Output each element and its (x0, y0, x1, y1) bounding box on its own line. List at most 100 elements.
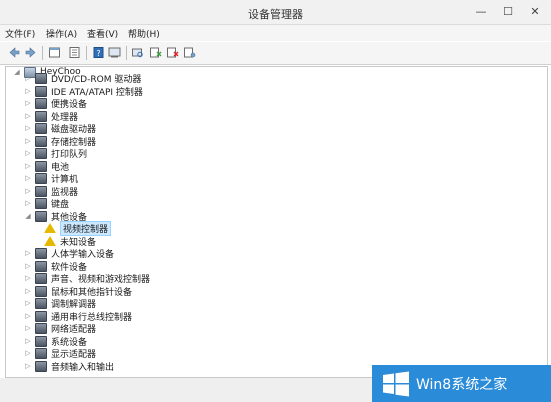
tree-item-system[interactable]: ▷ 系统设备 (24, 335, 87, 348)
windows-logo-icon (383, 371, 409, 396)
computer-icon (35, 172, 47, 184)
collapsed-arrow-icon[interactable]: ▷ (24, 362, 32, 370)
portable-device-icon (35, 97, 47, 109)
system-device-icon (35, 335, 47, 347)
back-icon[interactable] (8, 46, 21, 59)
mouse-icon (35, 285, 47, 297)
disable-icon[interactable] (166, 46, 179, 59)
menu-action[interactable]: 操作(A) (46, 27, 77, 40)
help-icon[interactable]: ? (92, 46, 105, 59)
expanded-arrow-icon[interactable]: ◢ (24, 212, 32, 220)
tree-item-print[interactable]: ▷ 打印队列 (24, 147, 88, 160)
audio-icon (35, 360, 47, 372)
disk-drive-icon (35, 122, 47, 134)
collapsed-arrow-icon[interactable]: ▷ (24, 162, 32, 170)
collapsed-arrow-icon[interactable]: ▷ (24, 274, 32, 282)
scan-hardware-icon[interactable] (131, 46, 144, 59)
collapsed-arrow-icon[interactable]: ▷ (24, 74, 32, 82)
menu-bar: 文件(F) 操作(A) 查看(V) 帮助(H) (0, 25, 551, 41)
tree-item-label: 音频输入和输出 (51, 362, 115, 373)
collapsed-arrow-icon[interactable]: ▷ (24, 299, 32, 307)
tree-item-ide[interactable]: ▷ IDE ATA/ATAPI 控制器 (24, 85, 143, 98)
tree-item-mouse[interactable]: ▷ 鼠标和其他指针设备 (24, 285, 132, 298)
svg-text:?: ? (96, 49, 100, 58)
close-button[interactable]: ✕ (522, 2, 548, 20)
menu-file[interactable]: 文件(F) (5, 27, 35, 40)
tree-item-label: 键盘 (51, 199, 70, 210)
menu-view[interactable]: 查看(V) (87, 27, 118, 40)
tree-item-label: 调制解调器 (51, 299, 97, 310)
hid-icon (35, 247, 47, 259)
keyboard-icon (35, 197, 47, 209)
watermark-text: Win8系统之家 (416, 376, 508, 393)
device-tree: ◢ HeyChoo ▷ DVD/CD-ROM 驱动器 ▷ IDE ATA/ATA… (5, 66, 548, 378)
tree-item-disk[interactable]: ▷ 磁盘驱动器 (24, 122, 96, 135)
tree-item-sound[interactable]: ▷ 声音、视频和游戏控制器 (24, 272, 150, 285)
tree-item-audio[interactable]: ▷ 音频输入和输出 (24, 360, 115, 373)
modem-icon (35, 297, 47, 309)
collapsed-arrow-icon[interactable]: ▷ (24, 249, 32, 257)
tree-item-computer[interactable]: ▷ 计算机 (24, 172, 79, 185)
tree-item-keyboard[interactable]: ▷ 键盘 (24, 197, 70, 210)
dvd-drive-icon (35, 72, 47, 84)
tree-item-battery[interactable]: ▷ 电池 (24, 160, 69, 173)
collapsed-arrow-icon[interactable]: ▷ (24, 324, 32, 332)
tree-item-portable[interactable]: ▷ 便携设备 (24, 97, 87, 110)
title-bar: 设备管理器 — ☐ ✕ (0, 0, 551, 25)
properties-icon[interactable] (48, 46, 61, 59)
tree-item-dvd[interactable]: ▷ DVD/CD-ROM 驱动器 (24, 72, 141, 85)
menu-help[interactable]: 帮助(H) (128, 27, 160, 40)
tree-item-network[interactable]: ▷ 网络适配器 (24, 322, 97, 335)
toolbar-separator (126, 46, 127, 60)
toolbar-separator (42, 46, 43, 60)
tree-item-label: 计算机 (51, 174, 79, 185)
tree-item-hid[interactable]: ▷ 人体学输入设备 (24, 247, 114, 260)
processor-icon (35, 110, 47, 122)
collapsed-arrow-icon[interactable]: ▷ (24, 112, 32, 120)
show-hidden-icon[interactable] (108, 46, 121, 59)
tree-item-monitor[interactable]: ▷ 监视器 (24, 185, 78, 198)
battery-icon (35, 160, 47, 172)
expanded-arrow-icon[interactable]: ◢ (13, 68, 21, 76)
minimize-button[interactable]: — (468, 2, 494, 20)
collapsed-arrow-icon[interactable]: ▷ (24, 149, 32, 157)
collapsed-arrow-icon[interactable]: ▷ (24, 137, 32, 145)
tree-item-software[interactable]: ▷ 软件设备 (24, 260, 87, 273)
collapsed-arrow-icon[interactable]: ▷ (24, 287, 32, 295)
printer-icon (35, 147, 47, 159)
uninstall-icon[interactable] (149, 46, 162, 59)
tree-item-label: 打印队列 (51, 149, 88, 160)
other-devices-icon (35, 210, 47, 222)
collapsed-arrow-icon[interactable]: ▷ (24, 199, 32, 207)
collapsed-arrow-icon[interactable]: ▷ (24, 174, 32, 182)
collapsed-arrow-icon[interactable]: ▷ (24, 87, 32, 95)
maximize-button[interactable]: ☐ (495, 2, 521, 20)
tree-item-usb[interactable]: ▷ 通用串行总线控制器 (24, 310, 132, 323)
warning-icon (44, 236, 56, 246)
collapsed-arrow-icon[interactable]: ▷ (24, 337, 32, 345)
device-icon[interactable] (183, 46, 196, 59)
usb-icon (35, 310, 47, 322)
collapsed-arrow-icon[interactable]: ▷ (24, 349, 32, 357)
tree-item-label: 网络适配器 (51, 324, 97, 335)
collapsed-arrow-icon[interactable]: ▷ (24, 187, 32, 195)
tree-item-display[interactable]: ▷ 显示适配器 (24, 347, 97, 360)
watermark: Win8系统之家 (372, 365, 551, 402)
collapsed-arrow-icon[interactable]: ▷ (24, 262, 32, 270)
tree-item-processor[interactable]: ▷ 处理器 (24, 110, 78, 123)
tree-item-unknown[interactable]: 未知设备 (44, 235, 96, 248)
collapsed-arrow-icon[interactable]: ▷ (24, 312, 32, 320)
forward-icon[interactable] (24, 46, 37, 59)
tree-item-storage[interactable]: ▷ 存储控制器 (24, 135, 96, 148)
sound-icon (35, 272, 47, 284)
tree-item-video-controller[interactable]: 视频控制器 (44, 220, 112, 236)
warning-icon (44, 223, 56, 233)
tree-item-label: 视频控制器 (60, 220, 112, 236)
update-driver-icon[interactable] (68, 46, 81, 59)
monitor-icon (35, 185, 47, 197)
collapsed-arrow-icon[interactable]: ▷ (24, 99, 32, 107)
collapsed-arrow-icon[interactable]: ▷ (24, 124, 32, 132)
tree-item-label: 显示适配器 (51, 349, 97, 360)
toolbar-separator (86, 46, 87, 60)
tree-item-modem[interactable]: ▷ 调制解调器 (24, 297, 97, 310)
